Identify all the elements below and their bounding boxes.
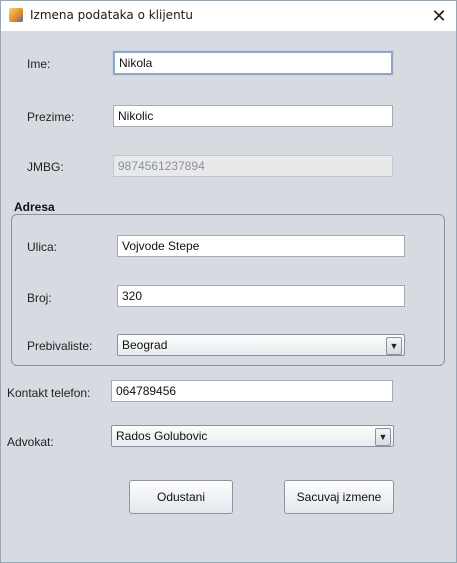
java-app-icon (9, 8, 23, 22)
ime-input[interactable]: Nikola (113, 51, 393, 75)
chevron-down-icon[interactable]: ▼ (375, 428, 391, 446)
advokat-select[interactable]: Rados Golubovic ▼ (111, 425, 394, 447)
ulica-input[interactable]: Vojvode Stepe (117, 235, 405, 257)
dialog-content: Ime: Nikola Prezime: Nikolic JMBG: 98745… (1, 31, 456, 562)
save-button[interactable]: Sacuvaj izmene (284, 480, 394, 514)
advokat-selected: Rados Golubovic (116, 429, 208, 443)
prebivaliste-label: Prebivaliste: (27, 339, 93, 353)
broj-input[interactable]: 320 (117, 285, 405, 307)
jmbg-input: 9874561237894 (113, 155, 393, 177)
ulica-label: Ulica: (27, 240, 58, 254)
broj-label: Broj: (27, 291, 52, 305)
adresa-section-title: Adresa (14, 200, 55, 214)
prezime-input[interactable]: Nikolic (113, 105, 393, 127)
prezime-label: Prezime: (27, 110, 75, 124)
kontakt-input[interactable]: 064789456 (111, 380, 393, 402)
chevron-down-icon[interactable]: ▼ (386, 337, 402, 355)
jmbg-label: JMBG: (27, 160, 64, 174)
window-title: Izmena podataka o klijentu (30, 8, 193, 22)
prebivaliste-select[interactable]: Beograd ▼ (117, 334, 405, 356)
title-bar: Izmena podataka o klijentu ✕ (1, 1, 456, 31)
advokat-label: Advokat: (7, 435, 54, 449)
ime-label: Ime: (27, 57, 51, 71)
prebivaliste-selected: Beograd (122, 338, 168, 352)
close-button[interactable]: ✕ (422, 1, 456, 31)
kontakt-label: Kontakt telefon: (7, 386, 91, 400)
cancel-button[interactable]: Odustani (129, 480, 233, 514)
dialog-window: Izmena podataka o klijentu ✕ Ime: Nikola… (0, 0, 457, 563)
